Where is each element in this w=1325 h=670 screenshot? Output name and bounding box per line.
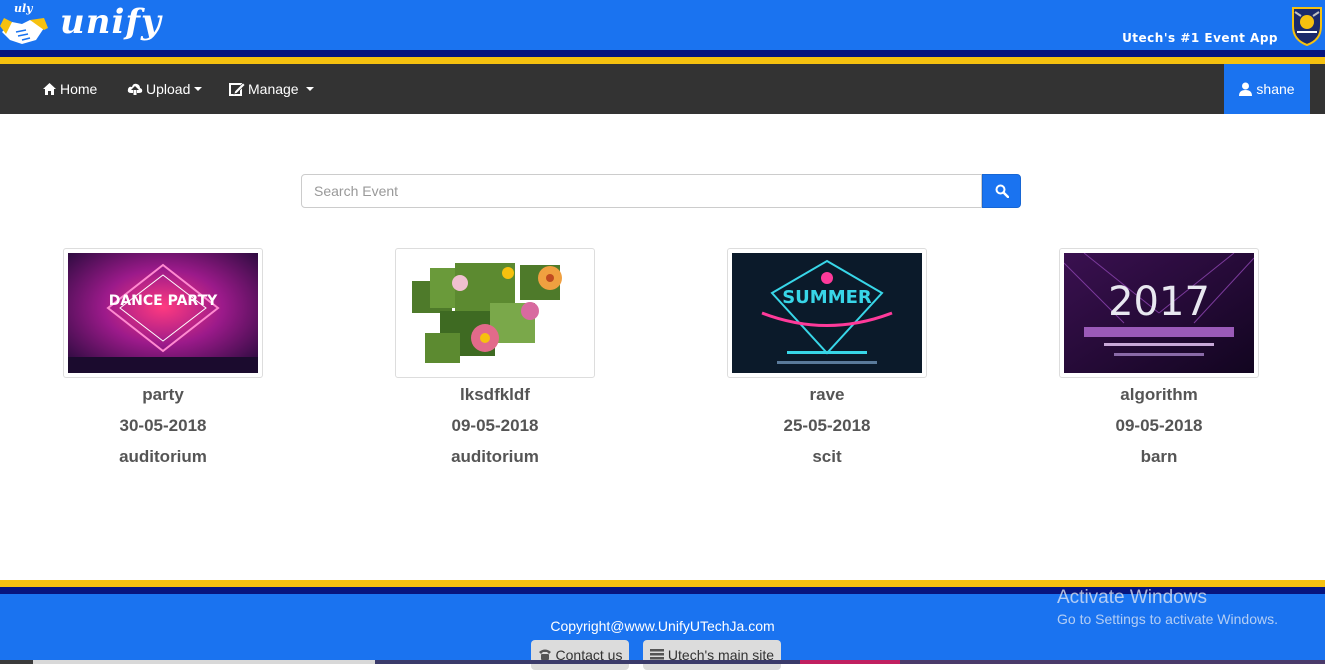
event-card: DANCE PARTY party 30-05-2018 auditorium	[63, 248, 263, 472]
top-banner: uly unify Utech's #1 Event App	[0, 0, 1325, 50]
search-input[interactable]	[301, 174, 982, 208]
event-venue: auditorium	[451, 447, 539, 466]
svg-text:2017: 2017	[1108, 279, 1210, 325]
taskbar-edge	[0, 660, 1325, 664]
search-bar	[301, 174, 1021, 208]
event-date: 25-05-2018	[783, 416, 871, 435]
search-icon	[995, 184, 1009, 198]
event-name: party	[142, 385, 184, 404]
chevron-down-icon	[305, 87, 314, 91]
navbar: Home Upload Manage shane	[0, 64, 1325, 114]
edit-icon	[229, 82, 245, 96]
tagline: Utech's #1 Event App	[1122, 31, 1278, 45]
cloud-upload-icon	[127, 83, 143, 95]
phone-icon	[538, 649, 551, 660]
event-card: SUMMER rave 25-05-2018 scit	[727, 248, 927, 472]
svg-text:uly: uly	[14, 2, 34, 15]
event-poster[interactable]: 2017	[1059, 248, 1259, 378]
event-name: algorithm	[1120, 385, 1198, 404]
nav-upload-dropdown[interactable]: Upload	[127, 64, 203, 114]
handshake-logo-icon[interactable]: uly	[0, 0, 48, 50]
event-poster[interactable]	[395, 248, 595, 378]
nav-user-label: shane	[1256, 81, 1295, 97]
nav-upload-label: Upload	[146, 81, 191, 97]
svg-text:DANCE PARTY: DANCE PARTY	[109, 293, 218, 309]
list-icon	[649, 649, 664, 660]
nav-home[interactable]: Home	[42, 64, 97, 114]
contact-us-button[interactable]: Contact us	[531, 640, 629, 670]
event-date: 09-05-2018	[451, 416, 539, 435]
nav-user-button[interactable]: shane	[1224, 64, 1310, 114]
event-date: 30-05-2018	[119, 416, 207, 435]
header-stripe-gold	[0, 57, 1325, 64]
nav-home-label: Home	[60, 81, 98, 97]
chevron-down-icon	[194, 87, 203, 91]
home-icon	[43, 83, 56, 95]
activate-windows-subtitle: Go to Settings to activate Windows.	[1057, 611, 1278, 627]
event-name: rave	[809, 385, 845, 404]
nav-manage-label: Manage	[248, 81, 299, 97]
event-venue: auditorium	[119, 447, 207, 466]
svg-text:SUMMER: SUMMER	[782, 287, 872, 308]
nav-manage-dropdown[interactable]: Manage	[229, 64, 314, 114]
activate-windows-title: Activate Windows	[1057, 587, 1207, 608]
user-icon	[1239, 82, 1253, 96]
event-date: 09-05-2018	[1115, 416, 1203, 435]
event-poster[interactable]: SUMMER	[727, 248, 927, 378]
event-card: 2017 algorithm 09-05-2018 barn	[1059, 248, 1259, 472]
utech-crest-icon	[1289, 4, 1325, 47]
event-venue: scit	[812, 447, 842, 466]
main-site-button[interactable]: Utech's main site	[643, 640, 781, 670]
event-name: lksdfkldf	[460, 385, 530, 404]
event-card: lksdfkldf 09-05-2018 auditorium	[395, 248, 595, 472]
event-venue: barn	[1140, 447, 1178, 466]
event-poster[interactable]: DANCE PARTY	[63, 248, 263, 378]
footer-stripe-gold	[0, 580, 1325, 587]
header-stripe-navy	[0, 50, 1325, 57]
search-button[interactable]	[982, 174, 1021, 208]
logo-text[interactable]: unify	[60, 2, 162, 42]
